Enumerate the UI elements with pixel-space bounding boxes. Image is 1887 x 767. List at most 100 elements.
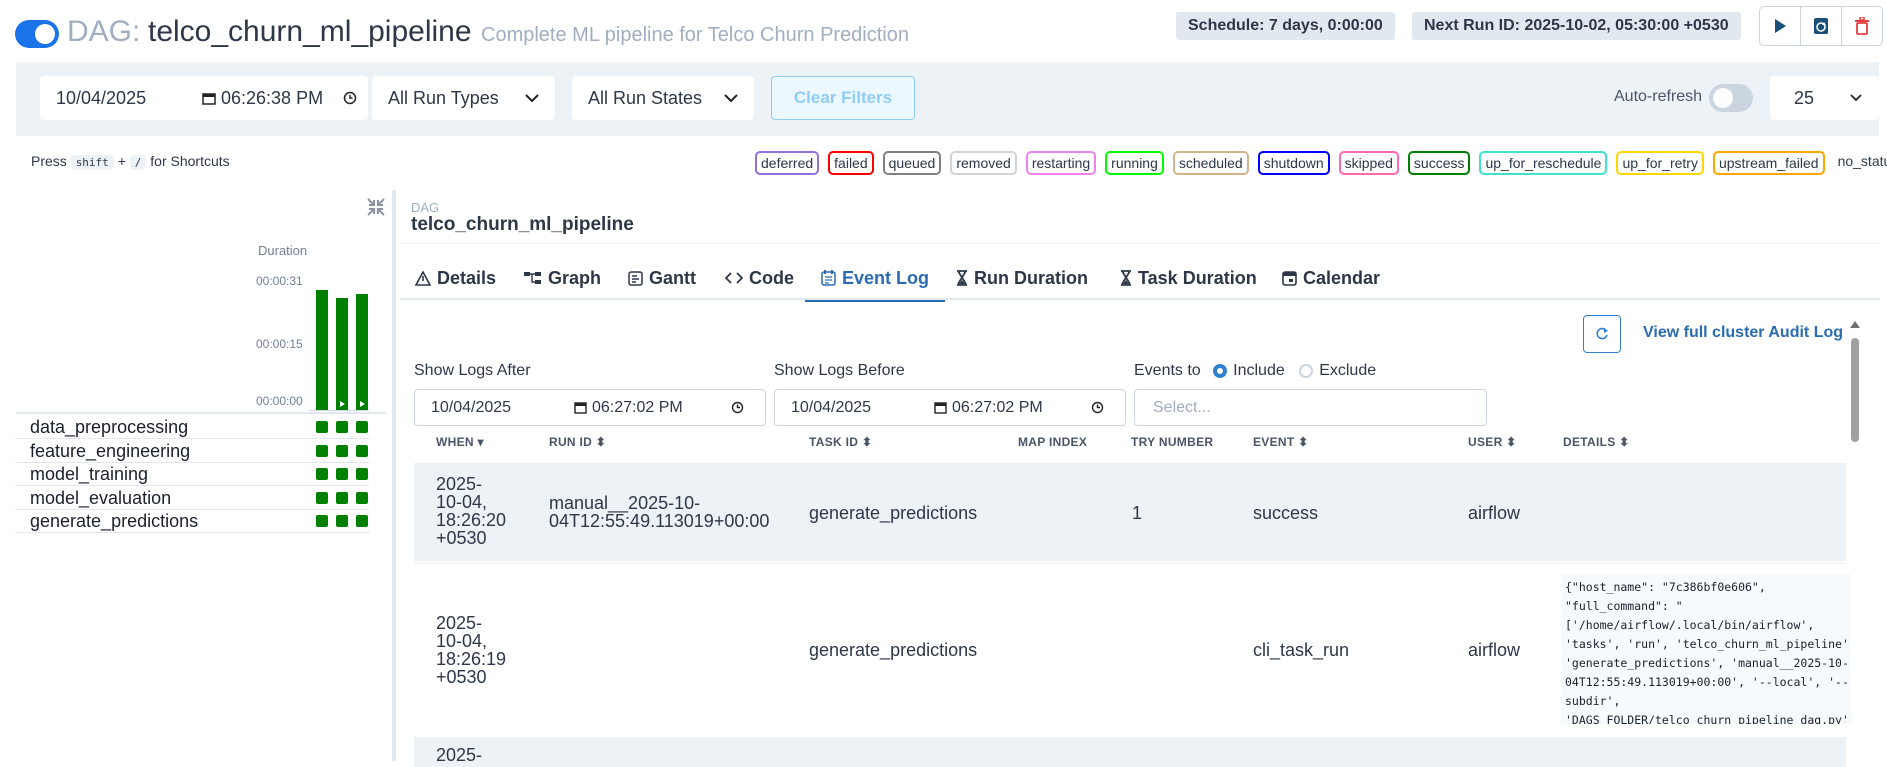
state-badge-running[interactable]: running [1105,151,1164,175]
task-instance-cell[interactable] [356,491,368,504]
col-when[interactable]: WHEN ▾ [436,435,484,455]
col-task-id[interactable]: TASK ID ⬍ [809,435,872,455]
task-instance-cell[interactable] [316,444,328,457]
scroll-up-icon[interactable] [1849,320,1861,330]
state-badge-deferred[interactable]: deferred [755,151,820,175]
page-size-select[interactable]: 25 [1770,76,1879,120]
task-name[interactable]: feature_engineering [30,441,190,462]
task-instance-cell[interactable] [356,468,368,481]
tab-task-duration[interactable]: Task Duration [1120,256,1257,300]
trigger-dag-button[interactable] [1760,7,1801,45]
state-badge-success[interactable]: success [1407,151,1471,175]
logs-before-input[interactable]: 10/04/2025 06:27:02 PM [774,389,1126,426]
state-badge-up-for-reschedule[interactable]: up_for_reschedule [1479,151,1608,175]
run-duration-bar[interactable] [356,294,368,410]
task-name[interactable]: model_training [30,464,148,485]
dag-prefix: DAG: [67,15,141,48]
state-badge-removed[interactable]: removed [950,151,1017,175]
include-radio[interactable]: Include [1213,362,1285,379]
col-user[interactable]: USER ⬍ [1468,435,1517,455]
logs-before-label: Show Logs Before [774,362,905,379]
events-select[interactable]: Select... [1134,389,1487,426]
state-badge-queued[interactable]: queued [882,151,942,175]
clock-icon[interactable] [343,91,357,105]
task-instance-cell[interactable] [336,491,348,504]
delete-dag-button[interactable] [1842,7,1882,45]
logs-after-input[interactable]: 10/04/2025 06:27:02 PM [414,389,766,426]
run-state-select[interactable]: All Run States [572,76,754,120]
state-badge-up-for-retry[interactable]: up_for_retry [1616,151,1704,175]
task-name[interactable]: generate_predictions [30,511,198,532]
collapse-grid-icon[interactable] [366,197,386,222]
calendar-icon [1282,271,1297,286]
state-badge-shutdown[interactable]: shutdown [1257,151,1330,175]
dag-description: Complete ML pipeline for Telco Churn Pre… [481,24,909,46]
filter-bar: 10/04/2025 06:26:38 PM All Run Types All… [16,62,1879,136]
calendar-icon[interactable] [202,91,216,105]
task-instance-cell[interactable] [336,444,348,457]
tab-calendar[interactable]: Calendar [1282,256,1380,300]
task-instance-cell[interactable] [336,468,348,481]
run-type-select[interactable]: All Run Types [372,76,555,120]
state-badge-upstream-failed[interactable]: upstream_failed [1712,151,1825,175]
col-run-id[interactable]: RUN ID ⬍ [549,435,606,455]
task-instance-cell[interactable] [356,515,368,528]
task-instance-cell[interactable] [336,515,348,528]
task-instance-cell[interactable] [316,468,328,481]
tab-gantt[interactable]: Gantt [628,256,696,300]
run-duration-bar[interactable] [316,290,328,410]
when-line: 2025- [436,613,483,633]
refresh-events-button[interactable] [1583,315,1621,353]
audit-log-link[interactable]: View full cluster Audit Log [1643,324,1843,342]
state-badge-restarting[interactable]: restarting [1025,151,1097,175]
task-instance-cell[interactable] [336,421,348,433]
run-id-line: 04T12:55:49.113019+00:00 [549,511,770,531]
clock-icon[interactable] [1091,401,1104,414]
task-instance-cell[interactable] [316,421,328,433]
col-event[interactable]: EVENT ⬍ [1253,435,1309,455]
tab-details[interactable]: Details [415,256,496,300]
state-badge-no-status[interactable]: no_status [1834,151,1887,175]
state-badge-scheduled[interactable]: scheduled [1172,151,1249,175]
tab-label: Details [437,267,497,288]
auto-refresh-toggle[interactable] [1709,84,1753,112]
sort-icon: ⬍ [592,435,607,449]
events-to-label: Events to [1134,362,1201,379]
scrollbar-thumb[interactable] [1851,338,1859,442]
dag-title[interactable]: telco_churn_ml_pipeline [148,15,472,49]
state-badge-skipped[interactable]: skipped [1338,151,1399,175]
tab-graph[interactable]: Graph [524,256,601,300]
calendar-icon[interactable] [934,401,947,414]
exclude-radio[interactable]: Exclude [1299,362,1376,379]
dag-pause-toggle[interactable] [15,20,59,48]
state-badge-failed[interactable]: failed [828,151,874,175]
cell-user: airflow [1468,503,1521,523]
breadcrumb-dag[interactable]: telco_churn_ml_pipeline [411,214,634,236]
task-row[interactable]: model_evaluation [15,486,370,510]
run-duration-bar[interactable] [336,298,348,410]
col-details[interactable]: DETAILS ⬍ [1563,435,1630,455]
task-row[interactable]: generate_predictions [15,509,370,534]
panel-resize-handle[interactable] [392,190,396,761]
task-row[interactable]: feature_engineering [15,439,370,463]
task-instance-cell[interactable] [356,421,368,433]
task-name[interactable]: model_evaluation [30,488,171,509]
task-instance-cell[interactable] [316,515,328,528]
task-row[interactable]: data_preprocessing [15,415,370,439]
refresh-icon [1596,327,1608,340]
scrollbar[interactable] [1849,316,1861,761]
clock-icon[interactable] [731,401,744,414]
calendar-icon[interactable] [574,401,587,414]
tab-event-log[interactable]: Event Log [805,256,946,302]
task-instance-cell[interactable] [356,444,368,457]
tab-run-duration[interactable]: Run Duration [956,256,1088,300]
tab-code[interactable]: Code [725,256,794,300]
task-row[interactable]: model_training [15,462,370,487]
task-name[interactable]: data_preprocessing [30,417,188,438]
task-instance-cell[interactable] [316,491,328,504]
reparse-dag-button[interactable] [1801,7,1842,45]
clear-filters-button[interactable]: Clear Filters [771,76,915,120]
tab-label: Graph [548,267,602,288]
base-date-picker[interactable]: 10/04/2025 06:26:38 PM [40,76,368,120]
cell-when: 2025- 10-04, 18:26:19 +0530 [436,614,506,686]
